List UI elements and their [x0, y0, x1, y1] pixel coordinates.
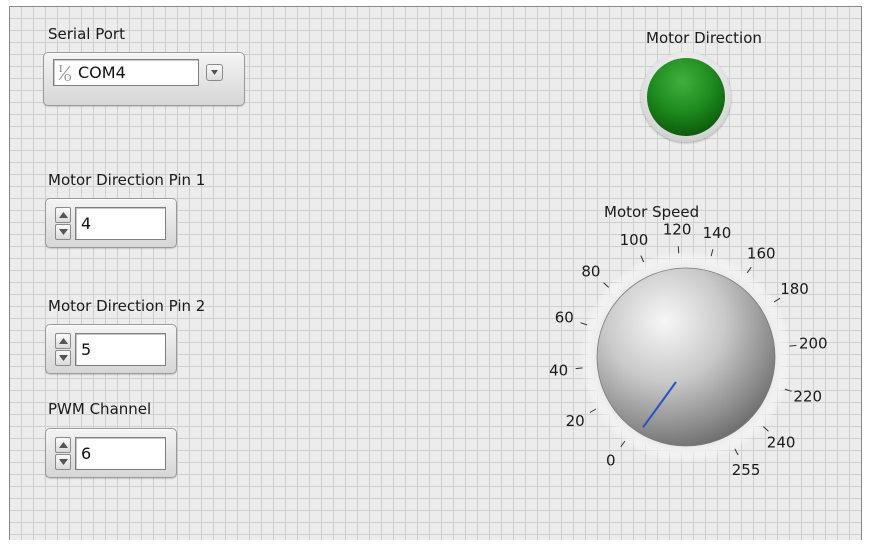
pwm-channel-stepper[interactable] [55, 437, 71, 470]
motor-direction-led-frame[interactable] [641, 52, 731, 142]
io-glyph-top: I [59, 65, 63, 75]
pwm-channel-control[interactable]: 6 [45, 428, 177, 478]
scale-tick [590, 409, 596, 413]
motor-direction-pin-2-input[interactable]: 5 [75, 333, 166, 366]
arrow-down-icon [59, 229, 68, 235]
scale-label: 180 [780, 280, 809, 298]
motor-direction-pin-2-value: 5 [81, 340, 91, 359]
scale-label: 0 [606, 452, 616, 470]
chevron-down-icon [210, 69, 219, 76]
knob-halo [580, 251, 792, 463]
motor-direction-pin-1-stepper[interactable] [55, 207, 71, 240]
scale-tick [576, 368, 583, 369]
decrement-button[interactable] [55, 350, 71, 366]
io-resource-icon: I O [58, 63, 72, 83]
motor-direction-pin-1-value: 4 [81, 214, 91, 233]
pwm-channel-input[interactable]: 6 [75, 437, 166, 470]
knob-needle [643, 382, 676, 427]
increment-button[interactable] [55, 333, 71, 349]
increment-button[interactable] [55, 437, 71, 453]
scale-label: 80 [581, 262, 600, 280]
scale-tick [789, 345, 796, 346]
scale-tick [763, 427, 768, 432]
scale-label: 220 [793, 388, 822, 406]
scale-label: 160 [747, 244, 776, 262]
scale-tick [774, 298, 780, 302]
scale-label: 240 [767, 434, 796, 452]
scale-tick [735, 449, 738, 455]
arrow-down-icon [59, 459, 68, 465]
knob-body[interactable] [597, 268, 775, 446]
pwm-channel-label: PWM Channel [48, 400, 151, 418]
scale-label: 255 [732, 461, 761, 479]
scale-label: 20 [566, 412, 585, 430]
scale-tick [747, 267, 751, 273]
scale-tick [604, 283, 609, 288]
scale-label: 100 [620, 231, 649, 249]
pwm-channel-value: 6 [81, 444, 91, 463]
motor-direction-label: Motor Direction [646, 29, 762, 47]
scale-label: 200 [799, 335, 828, 353]
decrement-button[interactable] [55, 224, 71, 240]
io-glyph-bottom: O [64, 74, 71, 83]
scale-label: 120 [663, 220, 692, 238]
serial-port-field[interactable]: I O COM4 [53, 59, 199, 86]
arrow-up-icon [59, 212, 68, 218]
scale-tick [785, 389, 792, 391]
serial-port-label: Serial Port [48, 25, 125, 43]
scale-label: 60 [555, 308, 574, 326]
arrow-down-icon [59, 355, 68, 361]
decrement-button[interactable] [55, 454, 71, 470]
serial-port-control[interactable]: I O COM4 [43, 52, 245, 106]
serial-port-dropdown-button[interactable] [206, 64, 223, 81]
motor-direction-pin-1-control[interactable]: 4 [45, 198, 177, 248]
motor-direction-pin-1-label: Motor Direction Pin 1 [48, 171, 205, 189]
serial-port-value: COM4 [78, 63, 126, 82]
motor-direction-pin-2-label: Motor Direction Pin 2 [48, 297, 205, 315]
scale-label: 40 [549, 361, 568, 379]
front-panel: Serial Port I O COM4 Motor Direction Pin… [9, 6, 862, 540]
scale-tick [621, 441, 625, 447]
scale-tick [641, 256, 644, 262]
motor-direction-led [647, 58, 725, 136]
arrow-up-icon [59, 338, 68, 344]
knob-scale: 0 20 40 60 80 100 120 140 160180 200 220 240 255 [549, 220, 827, 479]
motor-speed-label: Motor Speed [604, 203, 699, 221]
scale-tick [711, 249, 713, 256]
motor-direction-pin-2-control[interactable]: 5 [45, 324, 177, 374]
arrow-up-icon [59, 442, 68, 448]
motor-direction-pin-2-stepper[interactable] [55, 333, 71, 366]
increment-button[interactable] [55, 207, 71, 223]
scale-tick [580, 323, 587, 325]
motor-direction-pin-1-input[interactable]: 4 [75, 207, 166, 240]
scale-label: 140 [703, 224, 732, 242]
